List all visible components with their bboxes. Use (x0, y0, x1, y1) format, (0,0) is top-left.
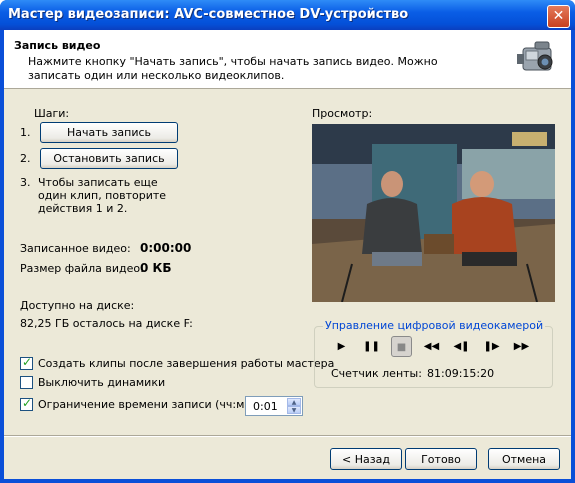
back-button[interactable]: < Назад (330, 448, 402, 470)
step1-number: 1. (20, 126, 31, 139)
start-recording-button[interactable]: Начать запись (40, 122, 178, 143)
stop-button[interactable]: ■ (391, 336, 412, 357)
step-forward-icon: ❚▶ (483, 341, 500, 352)
time-limit-value: 0:01 (253, 400, 278, 413)
recorded-video-label: Записанное видео: (20, 242, 131, 255)
footer-separator (4, 435, 571, 437)
time-limit-checkbox[interactable]: ✓ (20, 396, 33, 411)
video-frame-image (312, 124, 555, 302)
mute-speakers-checkbox[interactable] (20, 376, 33, 389)
disk-available-label: Доступно на диске: (20, 299, 135, 312)
page-title: Запись видео (14, 39, 101, 52)
camcorder-icon (517, 41, 553, 71)
video-preview (312, 124, 555, 302)
create-clips-checkbox[interactable]: ✓ (20, 355, 33, 370)
rewind-icon: ◀◀ (423, 341, 440, 352)
step-forward-button[interactable]: ❚▶ (481, 336, 502, 357)
dialog-window: Мастер видеозаписи: AVC-совместное DV-ус… (0, 0, 575, 483)
time-limit-spinner[interactable]: 0:01 ▲ ▼ (245, 396, 303, 416)
wizard-header: Запись видео Нажмите кнопку "Начать запи… (4, 30, 571, 89)
title-bar[interactable]: Мастер видеозаписи: AVC-совместное DV-ус… (0, 0, 575, 30)
pause-button[interactable]: ❚❚ (361, 336, 382, 357)
step2-number: 2. (20, 152, 31, 165)
tape-counter-value: 81:09:15:20 (427, 367, 495, 380)
disk-available-value: 82,25 ГБ осталось на диске F: (20, 317, 193, 330)
step-back-icon: ◀❚ (453, 341, 470, 352)
finish-button[interactable]: Готово (405, 448, 477, 470)
camera-control-legend: Управление цифровой видеокамерой (323, 319, 546, 332)
checkmark-icon: ✓ (22, 355, 33, 369)
stop-icon: ■ (396, 342, 407, 353)
create-clips-label: Создать клипы после завершения работы ма… (38, 357, 335, 370)
step-back-button[interactable]: ◀❚ (451, 336, 472, 357)
dialog-body: Запись видео Нажмите кнопку "Начать запи… (4, 30, 571, 479)
file-size-label: Размер файла видео: (20, 262, 144, 275)
cancel-button[interactable]: Отмена (488, 448, 560, 470)
play-button[interactable]: ▶ (331, 336, 352, 357)
spin-up-icon[interactable]: ▲ (287, 398, 301, 406)
pause-icon: ❚❚ (363, 341, 380, 352)
fast-forward-icon: ▶▶ (513, 341, 530, 352)
recorded-video-value: 0:00:00 (140, 241, 192, 255)
step3-number: 3. (20, 176, 31, 189)
preview-label: Просмотр: (312, 107, 373, 120)
close-button[interactable]: ✕ (547, 5, 570, 28)
fast-forward-button[interactable]: ▶▶ (511, 336, 532, 357)
checkmark-icon: ✓ (22, 396, 33, 410)
step3-text: Чтобы записать еще один клип, повторите … (38, 176, 167, 215)
file-size-value: 0 КБ (140, 261, 172, 275)
steps-heading: Шаги: (34, 107, 70, 120)
window-title: Мастер видеозаписи: AVC-совместное DV-ус… (8, 7, 409, 22)
mute-speakers-label: Выключить динамики (38, 376, 166, 389)
camera-control-group: Управление цифровой видеокамерой ▶ ❚❚ ■ … (314, 319, 553, 388)
rewind-button[interactable]: ◀◀ (421, 336, 442, 357)
page-description: Нажмите кнопку "Начать запись", чтобы на… (28, 55, 438, 82)
tape-counter-label: Счетчик ленты: (331, 367, 422, 380)
time-limit-label: Ограничение времени записи (чч:мм): (38, 398, 261, 411)
stop-recording-button[interactable]: Остановить запись (40, 148, 178, 169)
play-icon: ▶ (337, 341, 346, 352)
spin-down-icon[interactable]: ▼ (287, 406, 301, 414)
